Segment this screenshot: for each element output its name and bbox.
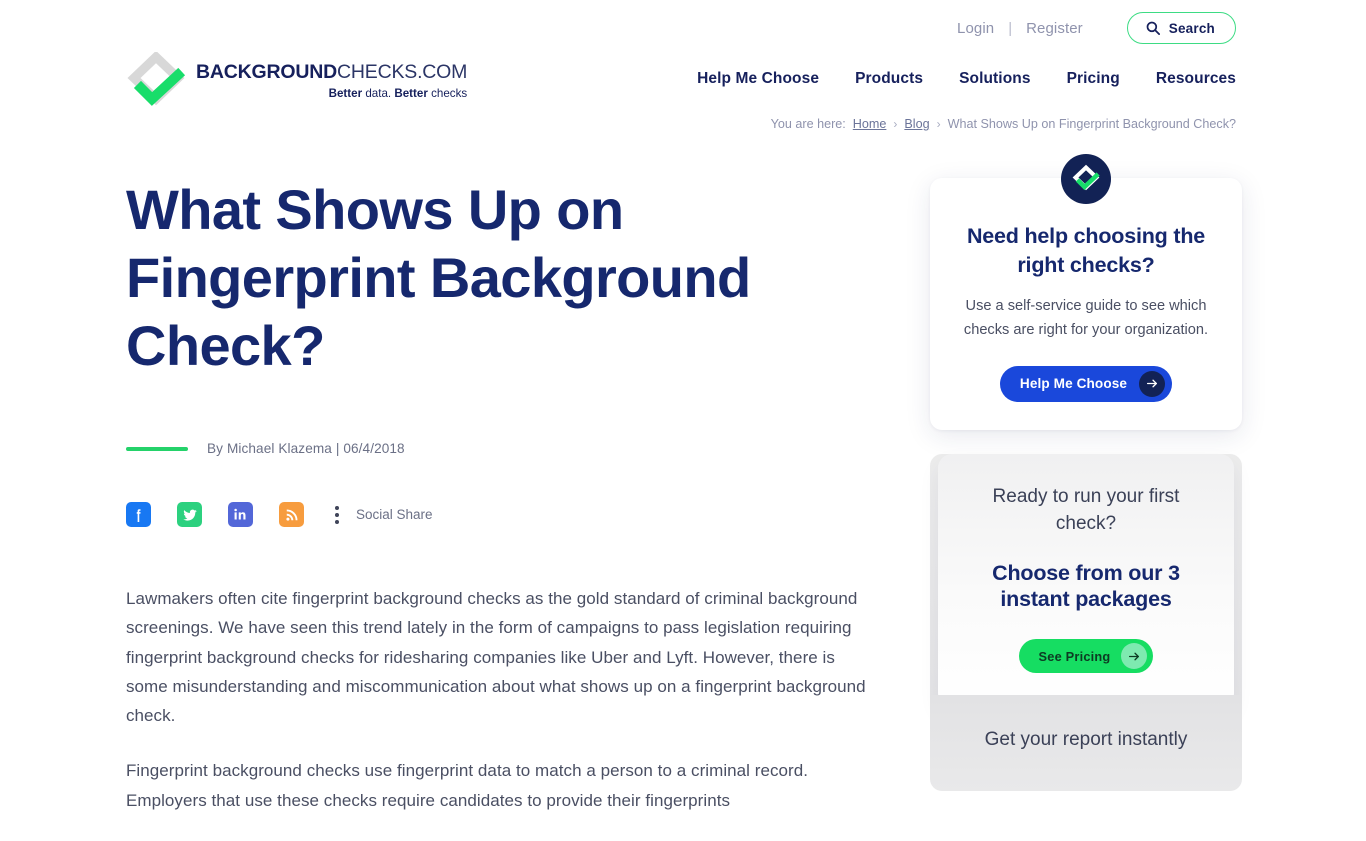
breadcrumb-link-blog[interactable]: Blog [904, 117, 929, 131]
logo-tagline-light-1: data. [362, 86, 395, 100]
logo-tagline-bold-2: Better [394, 86, 428, 100]
help-card-body: Use a self-service guide to see which ch… [963, 298, 1209, 338]
breadcrumb-link-home[interactable]: Home [853, 117, 887, 131]
article-body: Lawmakers often cite fingerprint backgro… [126, 584, 878, 815]
breadcrumb-current-page: What Shows Up on Fingerprint Background … [947, 117, 1236, 131]
arrow-right-icon [1139, 370, 1166, 397]
search-icon [1146, 21, 1160, 35]
article-column: What Shows Up on Fingerprint Background … [126, 176, 886, 841]
see-pricing-button[interactable]: See Pricing [1018, 639, 1154, 674]
sidebar: Need help choosing the right checks? Use… [930, 154, 1242, 792]
main-navigation: Help Me Choose Products Solutions Pricin… [697, 70, 1236, 88]
pricing-card: Ready to run your first check? Choose fr… [938, 453, 1234, 708]
article-paragraph-2: Fingerprint background checks use finger… [126, 761, 809, 810]
nav-item-pricing[interactable]: Pricing [1067, 70, 1120, 88]
see-pricing-button-label: See Pricing [1038, 648, 1111, 664]
utility-links: Login | Register Search [957, 12, 1236, 44]
nav-item-help-me-choose[interactable]: Help Me Choose [697, 70, 819, 88]
pricing-card-lead: Ready to run your first check? [992, 485, 1180, 534]
logo-wordmark: BACKGROUNDCHECKS.COM Better data. Better… [196, 61, 468, 100]
report-card-text: Get your report instantly [984, 729, 1188, 751]
social-share-label: Social Share [356, 507, 433, 523]
logo-name-light: CHECKS.COM [337, 61, 468, 84]
logo-tagline-light-2: checks [427, 86, 468, 100]
brand-badge-icon [1061, 154, 1111, 204]
rss-icon[interactable] [279, 502, 304, 528]
register-link[interactable]: Register [1026, 20, 1083, 37]
twitter-icon[interactable] [177, 502, 202, 528]
arrow-right-icon [1121, 643, 1148, 670]
utility-bar: Login | Register Search [0, 0, 1366, 56]
pricing-card-stack: Ready to run your first check? Choose fr… [930, 453, 1242, 792]
breadcrumb-prefix: You are here: [770, 117, 846, 131]
report-card: Get your report instantly [930, 695, 1242, 792]
help-choosing-card: Need help choosing the right checks? Use… [930, 154, 1242, 430]
breadcrumb: You are here: Home › Blog › What Shows U… [771, 117, 1236, 131]
byline-text: By Michael Klazema | 06/4/2018 [207, 441, 405, 457]
more-share-options-icon[interactable] [330, 503, 344, 527]
byline: By Michael Klazema | 06/4/2018 [126, 441, 886, 456]
site-header: BACKGROUNDCHECKS.COM Better data. Better… [0, 50, 1366, 112]
help-card-heading: Need help choosing the right checks? [966, 224, 1206, 277]
search-button-label: Search [1168, 20, 1215, 36]
article-paragraph-1: Lawmakers often cite fingerprint backgro… [126, 589, 866, 726]
help-me-choose-button[interactable]: Help Me Choose [999, 365, 1173, 402]
login-link[interactable]: Login [957, 20, 994, 37]
logo-diamond-check-icon [126, 50, 186, 110]
breadcrumb-separator-2: › [936, 117, 941, 131]
site-logo[interactable]: BACKGROUNDCHECKS.COM Better data. Better… [126, 50, 468, 110]
social-share-bar: Social Share [126, 502, 886, 528]
utility-separator: | [1008, 19, 1013, 37]
linkedin-icon[interactable] [228, 502, 253, 528]
logo-tagline-bold-1: Better [328, 86, 363, 100]
search-button[interactable]: Search [1126, 12, 1236, 44]
nav-item-solutions[interactable]: Solutions [959, 70, 1031, 88]
byline-accent-rule [126, 446, 188, 451]
facebook-icon[interactable] [126, 502, 151, 528]
nav-item-resources[interactable]: Resources [1156, 70, 1236, 88]
logo-name-bold: BACKGROUND [196, 61, 337, 84]
breadcrumb-separator-1: › [893, 117, 898, 131]
pricing-card-heading: Choose from our 3 instant packages [992, 560, 1180, 612]
help-me-choose-button-label: Help Me Choose [1019, 376, 1128, 392]
nav-item-products[interactable]: Products [855, 70, 923, 88]
page-title: What Shows Up on Fingerprint Background … [126, 178, 751, 377]
